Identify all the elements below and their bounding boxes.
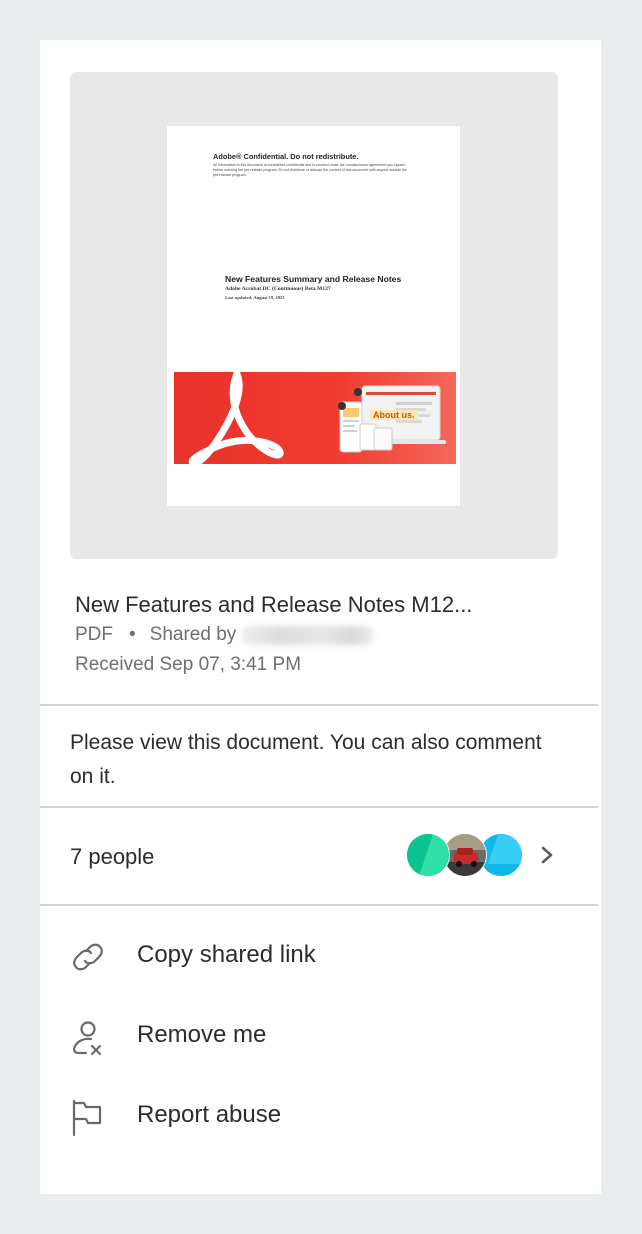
preview-doc-title: New Features Summary and Release Notes: [225, 274, 402, 284]
remove-me-button[interactable]: Remove me: [40, 1007, 598, 1067]
report-abuse-label: Report abuse: [137, 1101, 282, 1128]
avatar-graphic: [407, 834, 449, 876]
share-message: Please view this document. You can also …: [70, 731, 542, 788]
avatar: [406, 833, 450, 877]
remove-user-icon: [68, 1017, 108, 1057]
avatar-stack: [406, 833, 523, 877]
acrobat-banner-image: About us.: [174, 372, 456, 464]
remove-me-label: Remove me: [137, 1021, 267, 1048]
preview-confidential-title: Adobe® Confidential. Do not redistribute…: [213, 152, 359, 161]
sharer-name-redacted: [242, 625, 375, 645]
meta-separator: •: [129, 624, 136, 645]
copy-link-button[interactable]: Copy shared link: [40, 927, 598, 987]
copy-link-label: Copy shared link: [137, 941, 316, 968]
preview-doc-updated: Last updated: August 19, 2023: [225, 295, 285, 300]
document-thumbnail[interactable]: Adobe® Confidential. Do not redistribute…: [70, 72, 558, 559]
report-abuse-button[interactable]: Report abuse: [40, 1087, 598, 1147]
file-meta: PDF • Shared by: [75, 624, 375, 646]
document-page-preview: Adobe® Confidential. Do not redistribute…: [167, 126, 460, 506]
file-name: New Features and Release Notes M12...: [75, 592, 473, 617]
divider: [40, 704, 598, 706]
flag-icon: [68, 1097, 108, 1137]
preview-doc-subtitle: Adobe Acrobat DC (Continuous) Beta M127: [225, 286, 331, 292]
chevron-right-icon[interactable]: [536, 844, 558, 866]
shared-file-panel: Adobe® Confidential. Do not redistribute…: [40, 40, 601, 1194]
people-row[interactable]: 7 people: [40, 808, 598, 905]
shared-by-label: Shared by: [149, 624, 237, 645]
divider: [40, 904, 598, 906]
people-count: 7 people: [70, 844, 155, 869]
file-type: PDF: [75, 624, 113, 645]
preview-confidential-body: All information in this document is cons…: [213, 163, 407, 177]
link-icon: [68, 937, 108, 977]
avatar-photo: [444, 834, 486, 876]
banner-about-badge: About us.: [370, 410, 418, 420]
received-date: Received Sep 07, 3:41 PM: [75, 654, 302, 675]
